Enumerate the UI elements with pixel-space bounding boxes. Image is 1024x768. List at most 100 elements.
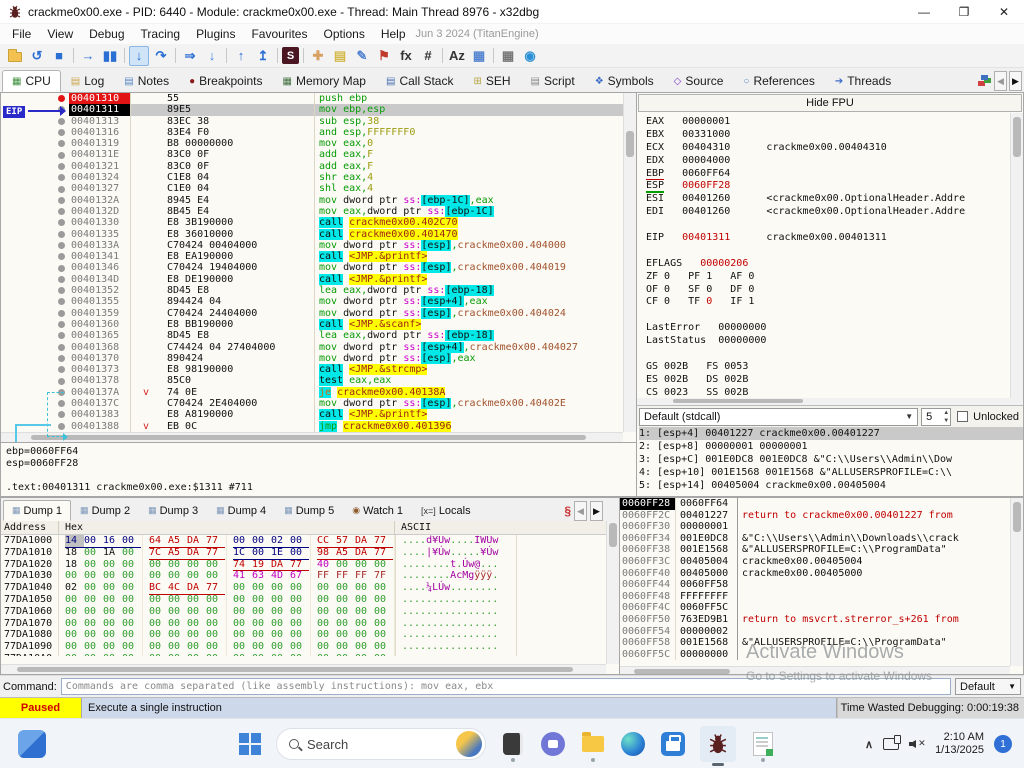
disasm-row[interactable]: 0040132A8945 E4mov dword ptr ss:[ebp-1C]… <box>1 195 623 206</box>
stack-row[interactable]: 0060FF38001E1568&"ALLUSERSPROFILE=C:\\Pr… <box>620 544 1010 556</box>
menu-item-file[interactable]: File <box>4 27 39 41</box>
stack-row[interactable]: 0060FF280060FF64 <box>620 498 1010 510</box>
taskbar-app-device[interactable] <box>500 731 526 757</box>
disasm-row[interactable]: 0040131189E5mov ebp,esp <box>1 104 623 115</box>
hash-icon[interactable]: # <box>418 46 438 66</box>
register-line[interactable] <box>646 245 1010 258</box>
tab-cpu[interactable]: ▦CPU <box>2 70 61 92</box>
stack-row[interactable]: 0060FF48FFFFFFFF <box>620 591 1010 603</box>
register-line[interactable]: CF 0 TF 0 IF 1 <box>646 296 1010 309</box>
unlocked-checkbox[interactable] <box>957 411 968 422</box>
dump-tab-dump-3[interactable]: ▦Dump 3 <box>139 500 207 521</box>
dump-row[interactable]: 77DA108000000000000000000000000000000000… <box>1 629 619 641</box>
dump-row[interactable]: 77DA101018001A007CA5DA771C001E0098A5DA77… <box>1 547 619 559</box>
stack-horizontal-scrollbar[interactable] <box>620 666 1010 674</box>
dump-tab-watch-1[interactable]: ◉Watch 1 <box>343 500 412 521</box>
register-line[interactable]: EIP 00401311 crackme0x00.00401311 <box>646 232 1010 245</box>
disasm-row[interactable]: 00401346C70424 19404000mov dword ptr ss:… <box>1 262 623 273</box>
stack-row[interactable]: 0060FF440060FF58 <box>620 579 1010 591</box>
disasm-row[interactable]: 0040131E83C0 0Fadd eax,F <box>1 149 623 160</box>
tab-scroll-right-button[interactable]: ▶ <box>1009 71 1022 91</box>
weather-icon[interactable] <box>456 731 482 757</box>
stack-row[interactable]: 0060FF50763ED9B1return to msvcrt.strerro… <box>620 614 1010 626</box>
register-line[interactable]: LastStatus 00000000 <box>646 335 1010 348</box>
disasm-row[interactable]: 00401370890424mov dword ptr ss:[esp],eax <box>1 353 623 364</box>
dump-tab-locals[interactable]: [x=]Locals <box>412 500 480 521</box>
calculator-icon[interactable]: ▦ <box>498 46 518 66</box>
stack-row[interactable]: 0060FF3000000001 <box>620 521 1010 533</box>
register-line[interactable]: EDX 00004000 <box>646 155 1010 168</box>
pause-icon[interactable]: ▮▮ <box>100 46 120 66</box>
stack-vertical-scrollbar[interactable] <box>1010 498 1023 666</box>
hide-fpu-button[interactable]: Hide FPU <box>638 94 1022 112</box>
register-line[interactable]: EFLAGS 00000206 <box>646 258 1010 271</box>
disasm-row[interactable]: 00401335E8 36010000call crackme0x00.4014… <box>1 229 623 240</box>
bookmarks-icon[interactable]: ⚑ <box>374 46 394 66</box>
search-input[interactable]: Search <box>276 728 486 760</box>
dump-row[interactable]: 77DA1030000000000000000041634D67FFFFFF7F… <box>1 570 619 582</box>
taskbar-app-notepad[interactable] <box>750 731 776 757</box>
register-line[interactable]: EBX 00331000 <box>646 129 1010 142</box>
step-out-icon[interactable]: ↓ <box>202 46 222 66</box>
disasm-row[interactable]: 0040133AC70424 00404000mov dword ptr ss:… <box>1 240 623 251</box>
disasm-row[interactable]: 0040132D8B45 E4mov eax,dword ptr ss:[ebp… <box>1 206 623 217</box>
disasm-row[interactable]: 0040132183C0 0Fadd eax,F <box>1 161 623 172</box>
tray-expand-icon[interactable]: ∧ <box>865 738 873 751</box>
dump-tab-dump-5[interactable]: ▦Dump 5 <box>275 500 343 521</box>
dump-row[interactable]: 77DA109000000000000000000000000000000000… <box>1 641 619 653</box>
scylla-icon[interactable]: S <box>282 47 299 64</box>
register-line[interactable]: EDI 00401260 <crackme0x00.OptionalHeader… <box>646 206 1010 219</box>
disasm-row[interactable]: 00401373E8 98190000call <JMP.&strcmp> <box>1 364 623 375</box>
run-icon[interactable]: → <box>78 46 98 66</box>
disasm-row[interactable]: 0040137885C0test eax,eax <box>1 375 623 386</box>
disasm-row[interactable]: 004013528D45 E8lea eax,dword ptr ss:[ebp… <box>1 285 623 296</box>
register-line[interactable]: ZF 0 PF 1 AF 0 <box>646 271 1010 284</box>
dump-row[interactable]: 77DA10001400160064A5DA7700000200CC57DA77… <box>1 535 619 547</box>
dump-scroll-left-button[interactable]: ◀ <box>574 501 587 521</box>
disasm-row[interactable]: 00401319B8 00000000mov eax,0 <box>1 138 623 149</box>
minimize-button[interactable]: — <box>904 0 944 24</box>
register-line[interactable]: LastError 00000000 <box>646 322 1010 335</box>
command-input[interactable] <box>61 678 951 695</box>
disasm-row[interactable]: 00401355894424 04mov dword ptr ss:[esp+4… <box>1 296 623 307</box>
register-line[interactable]: OF 0 SF 0 DF 0 <box>646 284 1010 297</box>
register-line[interactable]: EBP 0060FF64 <box>646 168 1010 181</box>
close-button[interactable]: ✕ <box>984 0 1024 24</box>
register-line[interactable]: GS 002B FS 0053 <box>646 361 1010 374</box>
dump-row[interactable]: 77DA107000000000000000000000000000000000… <box>1 618 619 630</box>
labels-icon[interactable]: ✎ <box>352 46 372 66</box>
disasm-row[interactable]: 0040131383EC 38sub esp,38 <box>1 116 623 127</box>
disasm-row[interactable]: 0040134DE8 DE190000call <JMP.&printf> <box>1 274 623 285</box>
taskbar-clock[interactable]: 2:10 AM 1/13/2025 <box>935 731 984 757</box>
disasm-vertical-scrollbar[interactable] <box>623 93 636 432</box>
stack-row[interactable]: 0060FF4000405000crackme0x00.00405000 <box>620 568 1010 580</box>
stack-row[interactable]: 0060FF58001E1568&"ALLUSERSPROFILE=C:\\Pr… <box>620 637 1010 649</box>
disasm-row[interactable]: 00401330E8 3B190000call crackme0x00.402C… <box>1 217 623 228</box>
execute-till-return-icon[interactable]: ↑ <box>231 46 251 66</box>
register-line[interactable] <box>646 348 1010 361</box>
assembler-icon[interactable]: ▦ <box>469 46 489 66</box>
tab-source[interactable]: ◇Source <box>664 70 734 92</box>
menu-item-options[interactable]: Options <box>315 27 372 41</box>
taskbar-app-file-explorer[interactable] <box>580 731 606 757</box>
restart-icon[interactable]: ↺ <box>27 46 47 66</box>
functions-icon[interactable]: fx <box>396 46 416 66</box>
disasm-row[interactable]: 00401359C70424 24404000mov dword ptr ss:… <box>1 308 623 319</box>
stack-row[interactable]: 0060FF3C00405004crackme0x00.00405004 <box>620 556 1010 568</box>
taskbar-app-x32dbg-active[interactable] <box>700 726 736 762</box>
arg-count-spinner[interactable]: 5▲▼ <box>921 408 951 426</box>
dump-row[interactable]: 77DA102018000000000000007419DA7740000000… <box>1 559 619 571</box>
dump-horizontal-scrollbar[interactable] <box>1 664 606 674</box>
run-to-cursor-icon[interactable]: ⇒ <box>180 46 200 66</box>
menu-item-plugins[interactable]: Plugins <box>188 27 243 41</box>
dump-tab-dump-4[interactable]: ▦Dump 4 <box>207 500 275 521</box>
disasm-row[interactable]: 00401368C74424 04 27404000mov dword ptr … <box>1 342 623 353</box>
open-file-icon[interactable] <box>5 46 25 66</box>
register-line[interactable]: ES 002B DS 002B <box>646 374 1010 387</box>
menu-item-tracing[interactable]: Tracing <box>133 27 189 41</box>
patches-icon[interactable]: ✚ <box>308 46 328 66</box>
disasm-horizontal-scrollbar[interactable] <box>1 432 623 442</box>
disasm-row[interactable]: 00401383E8 A8190000call <JMP.&printf> <box>1 409 623 420</box>
tab-scroll-left-button[interactable]: ◀ <box>994 71 1007 91</box>
register-line[interactable] <box>646 219 1010 232</box>
